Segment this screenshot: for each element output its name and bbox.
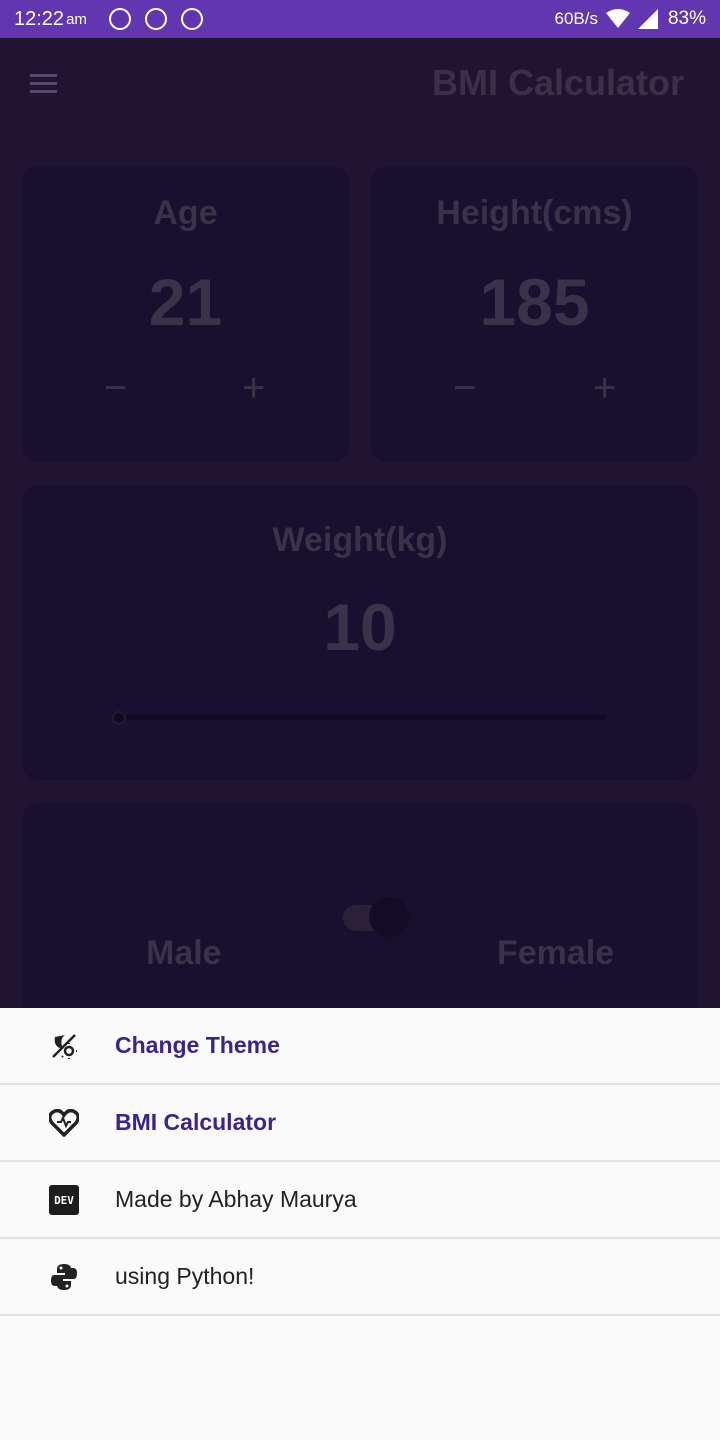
age-value: 21 xyxy=(148,265,223,339)
age-increment-button[interactable]: + xyxy=(242,366,265,411)
notification-icons xyxy=(108,8,203,30)
status-bar: 12:22 am 60B/s 83% xyxy=(0,0,720,38)
age-card: Age 21 − + xyxy=(22,166,349,462)
drawer-item-made-by[interactable]: DEV Made by Abhay Maurya xyxy=(0,1162,720,1239)
wifi-icon xyxy=(605,9,630,28)
drawer-item-using-python[interactable]: using Python! xyxy=(0,1239,720,1316)
height-increment-button[interactable]: + xyxy=(593,366,616,411)
weight-slider-thumb[interactable] xyxy=(112,711,126,725)
height-card: Height(cms) 185 − + xyxy=(371,166,698,462)
bottom-drawer: Change Theme BMI Calculator DEV Made by … xyxy=(0,1008,720,1440)
drawer-item-bmi-calculator[interactable]: BMI Calculator xyxy=(0,1085,720,1162)
drawer-item-label: using Python! xyxy=(115,1263,255,1289)
height-value: 185 xyxy=(479,265,590,339)
drawer-item-label: Change Theme xyxy=(115,1032,280,1058)
drawer-item-change-theme[interactable]: Change Theme xyxy=(0,1008,720,1085)
python-icon xyxy=(48,1261,80,1293)
drawer-item-label: Made by Abhay Maurya xyxy=(115,1186,357,1212)
app-title: BMI Calculator xyxy=(431,62,684,103)
status-right: 60B/s 83% xyxy=(554,8,706,30)
notification-icon xyxy=(144,8,167,30)
theme-light-dark-icon xyxy=(48,1030,80,1062)
gender-switch-knob[interactable] xyxy=(369,897,409,937)
age-label: Age xyxy=(153,194,218,232)
female-label: Female xyxy=(497,934,615,972)
heart-pulse-icon xyxy=(48,1107,80,1139)
weight-card: Weight(kg) 10 xyxy=(22,485,698,780)
height-label: Height(cms) xyxy=(436,194,633,232)
status-time: 12:22 xyxy=(14,7,65,30)
menu-icon[interactable] xyxy=(30,74,57,94)
dev-icon: DEV xyxy=(48,1184,80,1216)
battery-level: 83% xyxy=(667,8,706,29)
dev-badge: DEV xyxy=(49,1185,79,1215)
network-speed: 60B/s xyxy=(554,9,598,28)
status-ampm: am xyxy=(66,10,87,28)
drawer-item-label: BMI Calculator xyxy=(115,1109,277,1135)
age-decrement-button[interactable]: − xyxy=(104,366,127,411)
notification-icon xyxy=(180,8,203,30)
signal-icon xyxy=(637,9,658,29)
weight-label: Weight(kg) xyxy=(272,521,448,559)
male-label: Male xyxy=(146,934,222,972)
weight-value: 10 xyxy=(323,590,397,664)
notification-icon xyxy=(108,8,131,30)
height-decrement-button[interactable]: − xyxy=(453,366,476,411)
weight-slider[interactable] xyxy=(118,715,606,720)
